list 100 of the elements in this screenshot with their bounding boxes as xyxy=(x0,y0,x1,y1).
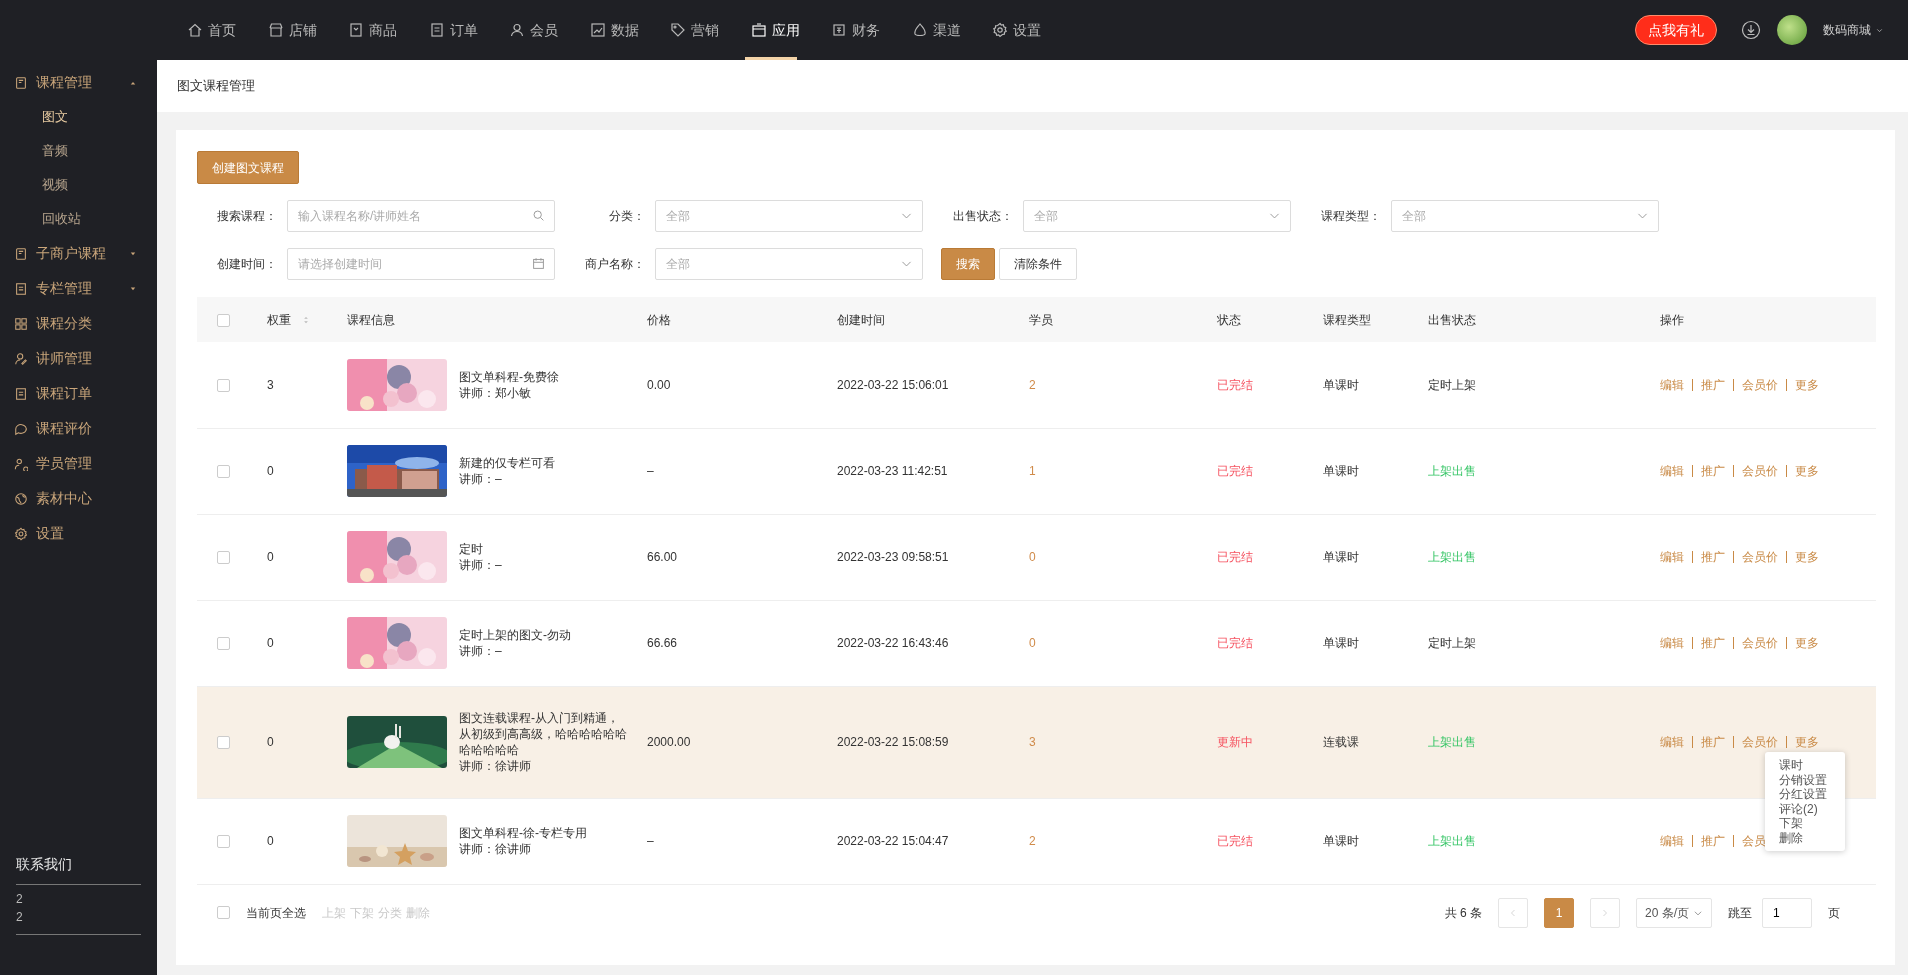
calendar-icon xyxy=(532,257,545,270)
sidebar-item[interactable]: 课程评价 xyxy=(0,411,157,446)
course-title: 新建的仅专栏可看 xyxy=(459,455,556,471)
menu-item[interactable]: 分销设置 xyxy=(1779,772,1831,787)
sidebar-item[interactable]: 课程分类 xyxy=(0,306,157,341)
checkbox[interactable] xyxy=(217,465,230,479)
avatar[interactable] xyxy=(1777,15,1807,45)
checkbox[interactable] xyxy=(217,551,230,565)
nav-tab[interactable]: 商品 xyxy=(348,0,429,60)
sidebar-item[interactable]: 专栏管理 xyxy=(0,271,157,306)
teacher-name: 讲师：– xyxy=(459,471,503,487)
teacher-icon xyxy=(14,351,28,366)
sidebar-subitem[interactable]: 音频 xyxy=(0,134,157,168)
checkbox[interactable] xyxy=(217,906,230,919)
sidebar-subitem[interactable]: 视频 xyxy=(0,168,157,202)
drop-icon xyxy=(911,22,928,38)
price-value: 66.00 xyxy=(647,550,678,564)
nav-tab[interactable]: 财务 xyxy=(831,0,912,60)
menu-item[interactable]: 下架 xyxy=(1779,816,1831,831)
nav-tab[interactable]: 数据 xyxy=(589,0,670,60)
globe-icon xyxy=(14,491,28,506)
date-field[interactable]: 请选择创建时间 xyxy=(287,248,555,280)
student-count: 2 xyxy=(1029,377,1036,392)
sidebar-item[interactable]: 学员管理 xyxy=(0,446,157,481)
previous-page-button[interactable] xyxy=(1498,897,1528,928)
gift-button[interactable]: 点我有礼 xyxy=(1635,15,1717,45)
select-field[interactable]: 全部 xyxy=(655,248,923,280)
comment-icon xyxy=(14,421,28,436)
sidebar-item[interactable]: 设置 xyxy=(0,516,157,551)
select-all-label[interactable]: 当前页全选 xyxy=(246,903,306,922)
course-title: 图文连载课程-从入门到精通，从初级到高高级，哈哈哈哈哈哈哈哈哈哈哈 xyxy=(459,710,628,758)
student-count: 3 xyxy=(1029,735,1036,749)
menu-item[interactable]: 课时 xyxy=(1779,758,1831,773)
tag-icon xyxy=(670,22,686,38)
weight-value: 0 xyxy=(267,550,274,564)
page-input[interactable]: 1 xyxy=(1762,897,1812,928)
price-value: 0.00 xyxy=(647,377,671,392)
created-time: 2022-03-23 11:42:51 xyxy=(837,464,948,478)
nav-tab[interactable]: 会员 xyxy=(509,0,590,60)
checkbox[interactable] xyxy=(217,736,230,750)
nav-tab[interactable]: 营销 xyxy=(670,0,751,60)
download-icon[interactable] xyxy=(1741,20,1761,40)
select-field[interactable]: 全部 xyxy=(655,200,923,232)
teacher-name: 讲师：– xyxy=(459,557,503,573)
select-field[interactable]: 全部 xyxy=(1391,200,1659,232)
checkbox[interactable] xyxy=(217,835,230,849)
created-time: 2022-03-22 15:06:01 xyxy=(837,377,949,392)
sidebar-item[interactable]: 课程管理 xyxy=(0,65,157,100)
store-menu[interactable]: 数码商城 xyxy=(1823,21,1884,39)
course-title: 定时上架的图文-勿动 xyxy=(459,627,572,643)
nav-tab[interactable]: 渠道 xyxy=(911,0,992,60)
next-page-button[interactable] xyxy=(1590,897,1620,928)
filter-label: 创建时间： xyxy=(216,256,278,273)
checkbox[interactable] xyxy=(217,313,230,327)
grid-icon xyxy=(14,316,28,331)
column-header: 课程信息 xyxy=(347,312,395,327)
select-field[interactable]: 全部 xyxy=(1023,200,1291,232)
course-status: 已完结 xyxy=(1217,636,1253,650)
sidebar-item[interactable]: 素材中心 xyxy=(0,481,157,516)
weight-value: 3 xyxy=(267,377,274,392)
sidebar-subitem[interactable]: 图文 xyxy=(0,100,157,134)
page-size-select[interactable]: 20 条/页 xyxy=(1636,897,1712,928)
menu-item[interactable]: 删除 xyxy=(1779,830,1831,845)
column-header: 操作 xyxy=(1660,312,1684,327)
sidebar-item[interactable]: 子商户课程 xyxy=(0,236,157,271)
contact-title: 联系我们 xyxy=(16,854,141,885)
nav-tab[interactable]: 首页 xyxy=(187,0,268,60)
filter-label: 分类： xyxy=(608,208,646,225)
page-unit: 页 xyxy=(1828,904,1840,922)
checkbox[interactable] xyxy=(217,637,230,651)
home-icon xyxy=(187,22,203,38)
menu-item[interactable]: 评论(2) xyxy=(1779,801,1831,816)
nav-tab[interactable]: 店铺 xyxy=(267,0,348,60)
created-time: 2022-03-22 16:43:46 xyxy=(837,636,949,650)
column-header: 学员 xyxy=(1029,312,1053,327)
contact-line: 2 xyxy=(16,909,24,926)
weight-value: 0 xyxy=(267,735,274,749)
nav-tab[interactable]: 订单 xyxy=(428,0,509,60)
created-time: 2022-03-22 15:04:47 xyxy=(837,834,949,848)
column-header: 状态 xyxy=(1217,312,1241,327)
sidebar-item[interactable]: 课程订单 xyxy=(0,376,157,411)
total-count: 共 6 条 xyxy=(1444,904,1482,922)
student-count: 0 xyxy=(1029,636,1036,650)
nav-tab[interactable]: 设置 xyxy=(992,0,1073,60)
sidebar-item[interactable]: 讲师管理 xyxy=(0,341,157,376)
checkbox[interactable] xyxy=(217,379,230,393)
course-title: 图文单科程-徐-专栏专用 xyxy=(459,825,588,841)
product-icon xyxy=(348,22,364,38)
teacher-name: 讲师：徐讲师 xyxy=(459,841,532,857)
course-title: 定时 xyxy=(459,541,484,557)
clear-button[interactable]: 清除条件 xyxy=(999,248,1077,280)
price-value: 2000.00 xyxy=(647,735,691,749)
search-icon xyxy=(532,209,545,222)
sale-status: 上架出售 xyxy=(1428,834,1476,848)
search-field[interactable]: 输入课程名称/讲师姓名 xyxy=(287,200,555,232)
sale-status: 定时上架 xyxy=(1428,377,1476,392)
menu-item[interactable]: 分红设置 xyxy=(1779,787,1831,802)
filter-label: 课程类型： xyxy=(1320,208,1382,225)
course-status: 更新中 xyxy=(1217,735,1253,749)
sidebar-subitem[interactable]: 回收站 xyxy=(0,202,157,236)
